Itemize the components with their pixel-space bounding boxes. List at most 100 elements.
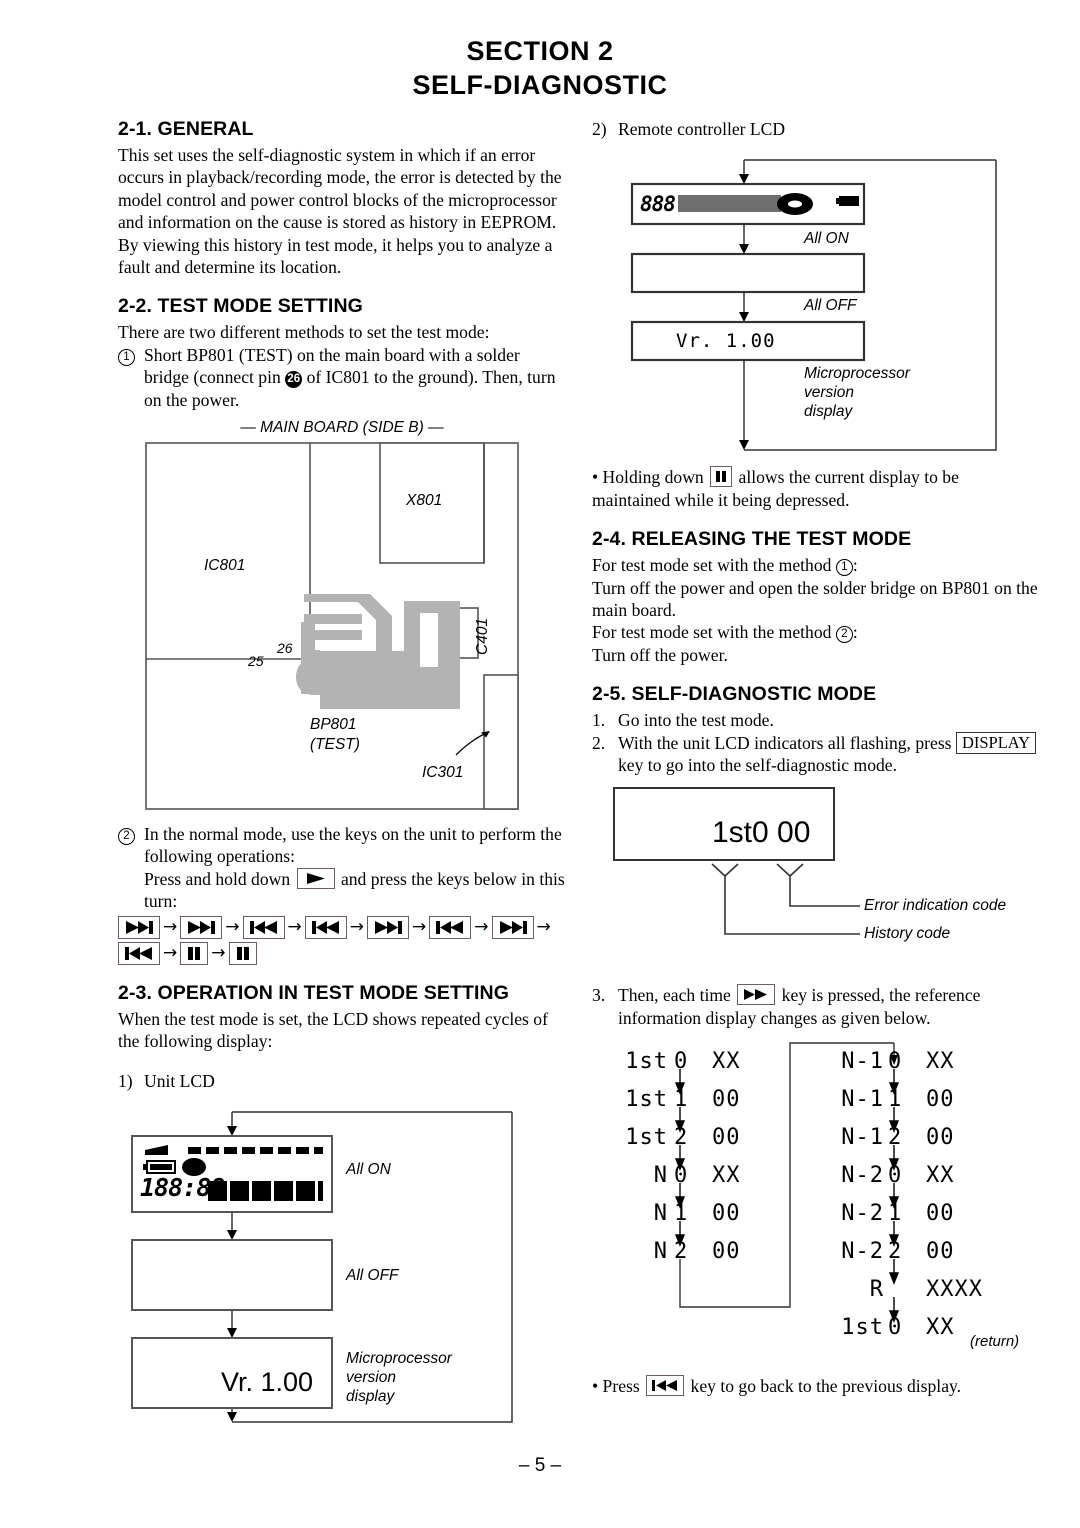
heading-2-4: 2-4. RELEASING THE TEST MODE <box>592 528 912 551</box>
code-error-right: 00 <box>926 1201 955 1227</box>
board-figure-caption: — MAIN BOARD (SIDE B) — <box>240 419 444 437</box>
unit-lcd-note-version: Microprocessor version display <box>346 1349 452 1405</box>
remote-lcd-version-value: Vr. 1.00 <box>676 330 776 353</box>
ffwd-key-icon <box>737 984 776 1006</box>
code-history-right: R <box>869 1277 884 1303</box>
rew-key-icon <box>304 915 347 939</box>
unit-lcd-flow-svg <box>131 1111 513 1423</box>
unit-lcd-version-value: Vr. 1.00 <box>221 1366 314 1397</box>
releasing-line-1-post: : <box>852 555 858 576</box>
code-history-right: 1st <box>841 1315 884 1341</box>
releasing-line-3: For test mode set with the method 2: <box>592 621 1040 644</box>
method-1-reference-badge: 1 <box>835 559 853 577</box>
play-key-icon <box>296 867 335 889</box>
ffwd-key-icon <box>367 915 409 939</box>
pin-26-badge: 26 <box>285 371 303 389</box>
self-diag-step-1-text: Go into the test mode. <box>618 710 774 731</box>
remote-lcd-label: Remote controller LCD <box>618 119 786 139</box>
code-index-right: 0 <box>888 1049 903 1075</box>
code-index-right: 2 <box>888 1125 903 1151</box>
press-back-note: • Press key to go back to the previous d… <box>592 1375 1040 1397</box>
unit-lcd-segment-digits: 188:88 <box>140 1172 225 1202</box>
rew-key-icon <box>242 915 285 939</box>
code-index-right: 1 <box>888 1087 903 1113</box>
code-error-right: XXXX <box>926 1277 983 1303</box>
general-paragraph-1: This set uses the self-diagnostic system… <box>118 145 562 233</box>
heading-2-3: 2-3. OPERATION IN TEST MODE SETTING <box>118 981 510 1004</box>
title-line-1: SECTION 2 <box>466 36 614 66</box>
label-pin-25: 25 <box>248 653 264 670</box>
label-pin-26: 26 <box>277 640 293 657</box>
self-diag-display-value: 1st0 00 <box>712 816 811 850</box>
releasing-line-1: For test mode set with the method 1: <box>592 554 1040 577</box>
press-back-note-post: key to go back to the previous display. <box>690 1376 962 1397</box>
title-line-2: SELF-DIAGNOSTIC <box>412 70 668 100</box>
test-mode-method-2: 2 In the normal mode, use the keys on th… <box>118 823 566 913</box>
hold-down-note: • Holding down allows the current displa… <box>592 466 1040 511</box>
test-mode-method-1: 1 Short BP801 (TEST) on the main board w… <box>118 344 566 411</box>
unit-lcd-note-all-on: All ON <box>346 1160 391 1178</box>
code-error-right: 00 <box>926 1125 955 1151</box>
pause-key-icon <box>710 466 733 488</box>
code-index-right: 0 <box>888 1163 903 1189</box>
label-x801: X801 <box>406 492 443 510</box>
label-c401: C401 <box>474 618 491 656</box>
code-index-right: 1 <box>888 1201 903 1227</box>
label-bp801-line1: BP801 <box>310 716 357 734</box>
code-error-right: 00 <box>926 1087 955 1113</box>
remote-lcd-label-row: 2) Remote controller LCD <box>592 118 1040 140</box>
releasing-line-3-pre: For test mode set with the method <box>592 622 832 643</box>
operation-paragraph: When the test mode is set, the LCD shows… <box>118 1008 548 1052</box>
main-board-figure: IC801 X801 C401 26 25 BP801 (TEST) IC301 <box>118 437 566 823</box>
arrow-icon: → <box>211 942 226 963</box>
code-history-right: N‑1 <box>841 1049 884 1075</box>
left-column: 2-1. GENERAL This set uses the self-diag… <box>118 118 566 1444</box>
method-2-number: 2 <box>118 828 135 846</box>
self-diag-step-2-number: 2. <box>592 732 606 753</box>
key-sequence-row-1: → → → → → → → <box>118 915 566 939</box>
code-history-right: N‑2 <box>841 1239 884 1265</box>
pause-key-icon <box>228 941 257 965</box>
press-back-note-pre: • Press <box>592 1376 640 1397</box>
releasing-line-1-pre: For test mode set with the method <box>592 555 832 576</box>
code-sequence-table: (return) 1st 0 XX 1st 1 00 1st 2 00 N 0 XX N 1 00 N 2 00 N… <box>592 1035 1040 1365</box>
ffwd-key-icon <box>118 915 160 939</box>
hold-down-note-pre: • Holding down <box>592 467 704 488</box>
general-paragraph-2: By viewing this history in test mode, it… <box>118 234 553 278</box>
code-error-right: 00 <box>926 1239 955 1265</box>
heading-2-2: 2-2. TEST MODE SETTING <box>118 295 363 318</box>
callout-history-code: History code <box>864 925 951 943</box>
releasing-line-2: Turn off the power and open the solder b… <box>592 577 1038 621</box>
code-index-right: 0 <box>888 1315 903 1341</box>
main-board-svg <box>145 442 519 810</box>
releasing-line-4: Turn off the power. <box>592 644 728 665</box>
method-2-text-b-pre: Press and hold down <box>144 868 291 889</box>
test-mode-intro: There are two different methods to set t… <box>118 322 490 343</box>
method-2-reference-badge: 2 <box>835 626 853 644</box>
callout-error-indication-code: Error indication code <box>864 897 1007 915</box>
arrow-icon: → <box>163 942 178 963</box>
label-ic301: IC301 <box>422 764 464 782</box>
unit-lcd-label-row: 1) Unit LCD <box>118 1070 566 1092</box>
arrow-icon: → <box>474 916 489 937</box>
code-history-right: N‑2 <box>841 1201 884 1227</box>
display-key-button[interactable]: DISPLAY <box>955 731 1037 754</box>
key-sequence-row-2: → → <box>118 941 566 965</box>
rew-key-icon <box>646 1375 685 1397</box>
self-diag-step-3-number: 3. <box>592 985 606 1006</box>
unit-lcd-note-all-off: All OFF <box>346 1266 399 1284</box>
arrow-icon: → <box>536 916 551 937</box>
code-index-right: 2 <box>888 1239 903 1265</box>
label-ic801: IC801 <box>204 557 246 575</box>
self-diag-step-1: 1. Go into the test mode. <box>592 709 1040 731</box>
releasing-line-3-post: : <box>852 622 858 643</box>
remote-lcd-segment-digits: 888 <box>640 192 676 217</box>
page-title: SECTION 2 SELF-DIAGNOSTIC <box>0 34 1080 102</box>
return-label: (return) <box>970 1333 1020 1351</box>
remote-lcd-note-all-on: All ON <box>804 230 849 248</box>
self-diag-step-2: 2. With the unit LCD indicators all flas… <box>592 731 1040 777</box>
code-history-right: N‑1 <box>841 1087 884 1113</box>
rew-key-icon <box>429 915 472 939</box>
unit-lcd-number: 1) <box>118 1070 133 1091</box>
arrow-icon: → <box>412 916 427 937</box>
